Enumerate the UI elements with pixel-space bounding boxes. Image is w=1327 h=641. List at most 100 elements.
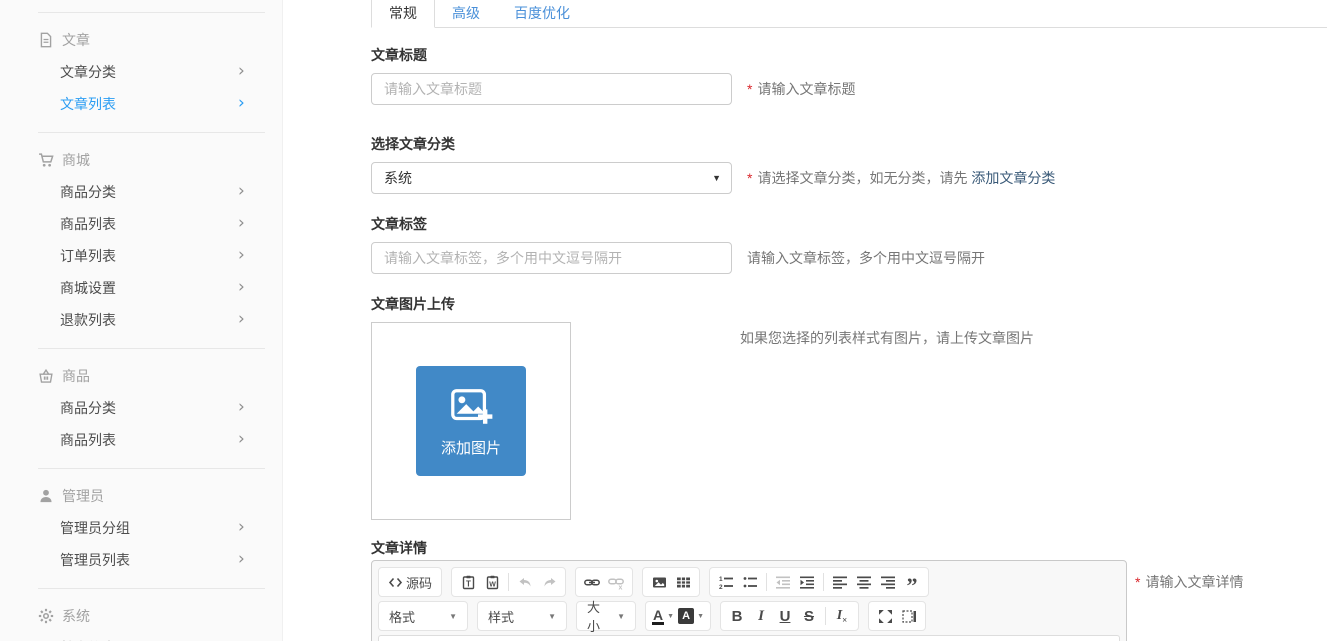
align-left-icon bbox=[833, 575, 848, 590]
maximize-icon bbox=[878, 609, 893, 624]
source-button[interactable]: 源码 bbox=[383, 570, 437, 594]
underline-button[interactable]: U bbox=[773, 604, 797, 628]
editor-content-area[interactable] bbox=[378, 635, 1120, 641]
sidebar-item-basic-info[interactable]: 基本信息 › bbox=[0, 632, 282, 641]
bullet-list-icon bbox=[743, 575, 758, 590]
bg-color-button[interactable]: A ▼ bbox=[676, 604, 706, 628]
chevron-right-icon: › bbox=[238, 56, 245, 86]
bullet-list-button[interactable] bbox=[738, 570, 762, 594]
toolbar-group-colors: A ▼ A ▼ bbox=[645, 601, 711, 631]
toolbar-group-size: 大小 ▼ bbox=[576, 601, 636, 631]
size-select[interactable]: 大小 ▼ bbox=[581, 604, 631, 628]
add-image-button[interactable]: 添加图片 bbox=[416, 366, 526, 476]
sidebar-group-admin[interactable]: 管理员 bbox=[38, 486, 282, 506]
chevron-right-icon: › bbox=[238, 424, 245, 454]
sidebar-item-order-list[interactable]: 订单列表 › bbox=[0, 240, 282, 272]
mall-icon bbox=[38, 152, 54, 168]
link-button[interactable] bbox=[580, 570, 604, 594]
image-icon bbox=[652, 575, 667, 590]
paste-word-button[interactable]: W bbox=[480, 570, 504, 594]
maximize-button[interactable] bbox=[873, 604, 897, 628]
sidebar-item-article-list[interactable]: 文章列表 › bbox=[0, 88, 282, 120]
numbered-list-button[interactable]: 12 bbox=[714, 570, 738, 594]
sidebar-item-goods-list[interactable]: 商品列表 › bbox=[0, 424, 282, 456]
image-upload-dropzone[interactable]: 添加图片 bbox=[371, 322, 571, 520]
align-center-icon bbox=[857, 575, 872, 590]
chevron-right-icon: › bbox=[238, 88, 245, 118]
undo-button[interactable] bbox=[513, 570, 537, 594]
toolbar-group-format: 格式 ▼ bbox=[378, 601, 468, 631]
category-select[interactable]: 系统 bbox=[371, 162, 732, 194]
add-image-button-label: 添加图片 bbox=[441, 437, 501, 458]
align-left-button[interactable] bbox=[828, 570, 852, 594]
redo-button[interactable] bbox=[537, 570, 561, 594]
category-hint: *请选择文章分类，如无分类，请先 添加文章分类 bbox=[747, 168, 1055, 188]
chevron-right-icon: › bbox=[238, 632, 245, 641]
detail-hint: *请输入文章详情 bbox=[1135, 560, 1243, 592]
goods-icon bbox=[38, 368, 54, 384]
sidebar-group-label: 商城 bbox=[62, 150, 90, 170]
text-color-button[interactable]: A ▼ bbox=[650, 604, 676, 628]
form-group-detail: 文章详情 源码 bbox=[371, 538, 1327, 641]
rich-text-editor: 源码 T W bbox=[371, 560, 1127, 641]
link-icon bbox=[584, 575, 600, 590]
tab-bar: 常规 高级 百度优化 bbox=[371, 0, 1327, 28]
table-icon bbox=[676, 575, 691, 590]
remove-format-button[interactable]: I× bbox=[830, 604, 854, 628]
format-select[interactable]: 格式 ▼ bbox=[383, 604, 463, 628]
redo-icon bbox=[542, 575, 557, 590]
tags-label: 文章标签 bbox=[371, 214, 1327, 234]
tags-hint: 请输入文章标签，多个用中文逗号隔开 bbox=[747, 248, 985, 268]
sidebar-group-label: 文章 bbox=[62, 30, 90, 50]
form-group-image: 文章图片上传 添加图片 如果您选择的列表样式有图片，请上传文章图片 bbox=[371, 294, 1327, 520]
title-input[interactable] bbox=[371, 73, 732, 105]
outdent-button[interactable] bbox=[771, 570, 795, 594]
sidebar-item-admin-group[interactable]: 管理员分组 › bbox=[0, 512, 282, 544]
required-asterisk: * bbox=[747, 170, 752, 186]
sidebar-item-goods-category[interactable]: 商品分类 › bbox=[0, 392, 282, 424]
toolbar-group-style: 样式 ▼ bbox=[477, 601, 567, 631]
blockquote-icon: ” bbox=[907, 573, 918, 591]
paste-text-button[interactable]: T bbox=[456, 570, 480, 594]
insert-image-button[interactable] bbox=[647, 570, 671, 594]
sidebar-group-article[interactable]: 文章 bbox=[38, 30, 282, 50]
sidebar-group-system[interactable]: 系统 bbox=[38, 606, 282, 626]
sidebar-item-mall-settings[interactable]: 商城设置 › bbox=[0, 272, 282, 304]
toolbar-separator bbox=[508, 573, 509, 591]
style-select[interactable]: 样式 ▼ bbox=[482, 604, 562, 628]
tab-advanced[interactable]: 高级 bbox=[435, 0, 497, 27]
tab-general[interactable]: 常规 bbox=[371, 0, 435, 28]
image-hint: 如果您选择的列表样式有图片，请上传文章图片 bbox=[740, 322, 1034, 348]
sidebar-group-mall[interactable]: 商城 bbox=[38, 150, 282, 170]
insert-table-button[interactable] bbox=[671, 570, 695, 594]
sidebar-item-article-category[interactable]: 文章分类 › bbox=[0, 56, 282, 88]
sidebar-item-refund-list[interactable]: 退款列表 › bbox=[0, 304, 282, 336]
sidebar-item-admin-list[interactable]: 管理员列表 › bbox=[0, 544, 282, 576]
outdent-icon bbox=[776, 575, 791, 590]
text-color-icon: A bbox=[652, 608, 664, 625]
sidebar-item-product-list[interactable]: 商品列表 › bbox=[0, 208, 282, 240]
chevron-right-icon: › bbox=[238, 304, 245, 334]
bg-color-icon: A bbox=[678, 608, 694, 624]
blockquote-button[interactable]: ” bbox=[900, 570, 924, 594]
sidebar-item-product-category[interactable]: 商品分类 › bbox=[0, 176, 282, 208]
italic-button[interactable]: I bbox=[749, 604, 773, 628]
show-blocks-button[interactable] bbox=[897, 604, 921, 628]
strikethrough-button[interactable]: S bbox=[797, 604, 821, 628]
bold-button[interactable]: B bbox=[725, 604, 749, 628]
unlink-button[interactable]: x bbox=[604, 570, 628, 594]
toolbar-group-insert bbox=[642, 567, 700, 597]
align-right-button[interactable] bbox=[876, 570, 900, 594]
tab-baidu-seo[interactable]: 百度优化 bbox=[497, 0, 587, 27]
indent-button[interactable] bbox=[795, 570, 819, 594]
add-category-link[interactable]: 添加文章分类 bbox=[971, 170, 1055, 186]
sidebar-group-goods[interactable]: 商品 bbox=[38, 366, 282, 386]
main-content: 常规 高级 百度优化 文章标题 *请输入文章标题 选择文章分类 bbox=[284, 0, 1327, 641]
source-icon bbox=[388, 575, 403, 590]
align-center-button[interactable] bbox=[852, 570, 876, 594]
indent-icon bbox=[800, 575, 815, 590]
chevron-right-icon: › bbox=[238, 208, 245, 238]
dropdown-caret-icon: ▼ bbox=[667, 613, 674, 620]
dropdown-caret-icon: ▼ bbox=[617, 612, 625, 621]
tags-input[interactable] bbox=[371, 242, 732, 274]
